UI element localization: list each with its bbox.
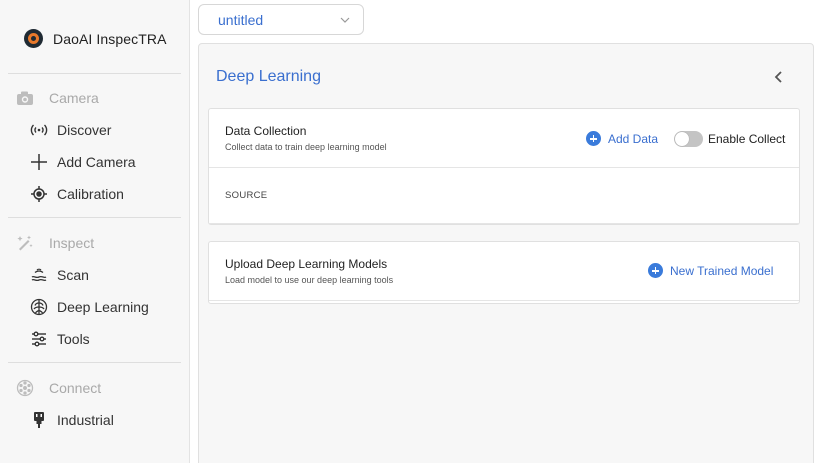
- section-inspect: Inspect: [15, 233, 94, 253]
- card-divider: [209, 223, 799, 224]
- divider: [8, 73, 181, 74]
- sidebar-item-label: Industrial: [57, 412, 114, 428]
- chevron-left-icon[interactable]: [771, 69, 787, 85]
- enable-collect-control: Enable Collect: [674, 131, 785, 147]
- enable-collect-label: Enable Collect: [708, 132, 786, 146]
- sidebar-item-scan[interactable]: Scan: [29, 264, 89, 286]
- broadcast-icon: [29, 120, 49, 140]
- add-data-button[interactable]: Add Data: [586, 131, 658, 146]
- add-data-label: Add Data: [608, 131, 659, 146]
- sidebar-item-label: Add Camera: [57, 154, 136, 170]
- section-inspect-label: Inspect: [49, 235, 95, 251]
- magic-wand-icon: [15, 233, 35, 253]
- brand-logo-icon: [24, 29, 43, 48]
- section-camera-label: Camera: [49, 90, 99, 106]
- crosshair-icon: [29, 184, 49, 204]
- upload-models-subtitle: Load model to use our deep learning tool…: [225, 275, 394, 285]
- page-title: Deep Learning: [216, 68, 321, 85]
- data-collection-title: Data Collection: [225, 124, 307, 138]
- enable-collect-toggle[interactable]: [674, 131, 703, 147]
- sliders-icon: [29, 329, 49, 349]
- main-panel: Deep Learning Data Collection Collect da…: [198, 43, 814, 463]
- app-window: DaoAI InspecTRA Camera Discover Add Came…: [0, 0, 820, 463]
- sidebar: DaoAI InspecTRA Camera Discover Add Came…: [0, 0, 190, 463]
- section-connect: Connect: [15, 378, 101, 398]
- sidebar-item-label: Calibration: [57, 186, 124, 202]
- sidebar-item-label: Scan: [57, 267, 89, 283]
- data-collection-subtitle: Collect data to train deep learning mode…: [225, 142, 387, 152]
- sidebar-item-discover[interactable]: Discover: [29, 119, 111, 141]
- new-trained-model-label: New Trained Model: [670, 263, 774, 278]
- divider: [8, 362, 181, 363]
- network-icon: [15, 378, 35, 398]
- plus-icon: [29, 152, 49, 172]
- new-trained-model-button[interactable]: New Trained Model: [648, 263, 773, 278]
- sidebar-item-industrial[interactable]: Industrial: [29, 409, 114, 431]
- toggle-knob: [675, 132, 689, 146]
- divider: [8, 217, 181, 218]
- sidebar-item-tools[interactable]: Tools: [29, 328, 90, 350]
- camera-icon: [15, 88, 35, 108]
- brand-name: DaoAI InspecTRA: [53, 30, 167, 47]
- upload-models-title: Upload Deep Learning Models: [225, 257, 388, 271]
- source-column-header: SOURCE: [225, 190, 268, 201]
- sidebar-item-label: Tools: [57, 331, 90, 347]
- chevron-down-icon: [340, 17, 350, 23]
- brain-icon: [29, 297, 49, 317]
- project-select-value: untitled: [218, 11, 264, 28]
- plus-circle-icon: [648, 263, 663, 278]
- sidebar-item-add-camera[interactable]: Add Camera: [29, 151, 136, 173]
- card-divider: [209, 167, 799, 168]
- data-collection-card: Data Collection Collect data to train de…: [208, 108, 800, 225]
- card-divider: [209, 300, 799, 301]
- section-connect-label: Connect: [49, 380, 102, 396]
- sidebar-item-label: Deep Learning: [57, 299, 149, 315]
- sidebar-item-calibration[interactable]: Calibration: [29, 183, 124, 205]
- section-camera: Camera: [15, 88, 99, 108]
- brand: DaoAI InspecTRA: [24, 29, 167, 48]
- project-select[interactable]: untitled: [198, 4, 364, 35]
- plug-icon: [29, 410, 49, 430]
- plus-circle-icon: [586, 131, 601, 146]
- scan-waves-icon: [29, 265, 49, 285]
- sidebar-item-label: Discover: [57, 122, 112, 138]
- sidebar-item-deep-learning[interactable]: Deep Learning: [29, 296, 149, 318]
- upload-models-card: Upload Deep Learning Models Load model t…: [208, 241, 800, 304]
